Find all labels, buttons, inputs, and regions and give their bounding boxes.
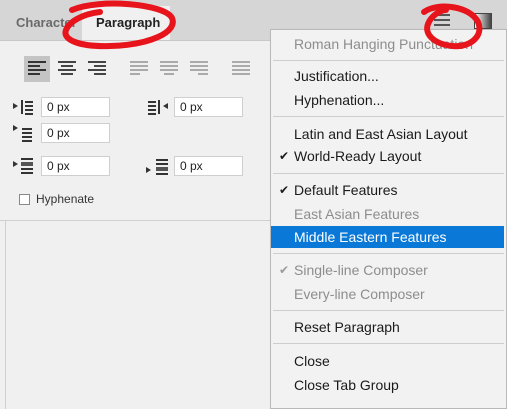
menu-item-label: Roman Hanging Punctuation (294, 36, 474, 52)
align-left-icon (28, 61, 46, 75)
menu-item-label: Every-line Composer (294, 286, 425, 302)
divider (0, 220, 300, 221)
menu-item-close[interactable]: Close (271, 350, 504, 372)
space-after-icon (145, 158, 168, 176)
menu-item-close-tab-group[interactable]: Close Tab Group (271, 374, 504, 396)
checkmark-icon: ✔ (278, 183, 290, 197)
space-before-icon (12, 157, 34, 175)
menu-item-latin-east-asian-layout[interactable]: Latin and East Asian Layout (271, 123, 504, 145)
indent-right-input[interactable]: 0 px (174, 97, 243, 117)
tab-paragraph[interactable]: Paragraph (82, 6, 170, 40)
justify-last-right-icon (190, 61, 208, 75)
menu-item-label: Close Tab Group (294, 377, 399, 393)
menu-item-label: Latin and East Asian Layout (294, 126, 468, 142)
align-right-icon (88, 61, 106, 75)
menu-item-label: Close (294, 353, 330, 369)
hyphenate-checkbox[interactable] (19, 194, 30, 205)
menu-item-justification[interactable]: Justification... (271, 65, 504, 87)
menu-separator (273, 60, 504, 61)
indent-left-input[interactable]: 0 px (41, 97, 110, 117)
divider (5, 221, 6, 409)
menu-item-label: Single-line Composer (294, 262, 428, 278)
menu-item-label: Default Features (294, 182, 398, 198)
menu-item-label: East Asian Features (294, 206, 420, 222)
menu-item-default-features[interactable]: ✔ Default Features (271, 179, 504, 201)
hamburger-icon (434, 14, 450, 16)
justify-all-button[interactable] (228, 56, 254, 82)
menu-item-hyphenation[interactable]: Hyphenation... (271, 89, 504, 111)
menu-item-reset-paragraph[interactable]: Reset Paragraph (271, 316, 504, 338)
menu-item-roman-hanging-punctuation[interactable]: Roman Hanging Punctuation (271, 33, 504, 55)
menu-item-label: Justification... (294, 68, 379, 84)
menu-item-middle-eastern-features[interactable]: Middle Eastern Features (271, 226, 504, 248)
menu-separator (273, 253, 504, 254)
color-swatch[interactable] (474, 13, 492, 29)
space-before-input[interactable]: 0 px (41, 156, 110, 176)
menu-item-label: Middle Eastern Features (294, 229, 447, 245)
checkmark-icon: ✔ (278, 263, 290, 277)
menu-separator (273, 173, 504, 174)
hyphenate-label: Hyphenate (36, 192, 95, 206)
menu-item-world-ready-layout[interactable]: ✔ World-Ready Layout (271, 145, 504, 167)
justify-last-left-button[interactable] (126, 56, 152, 82)
align-left-button[interactable] (24, 56, 50, 82)
menu-item-every-line-composer[interactable]: Every-line Composer (271, 283, 504, 305)
align-center-button[interactable] (54, 56, 80, 82)
menu-item-single-line-composer[interactable]: ✔ Single-line Composer (271, 259, 504, 281)
indent-right-icon (147, 99, 169, 117)
align-center-icon (58, 61, 76, 75)
menu-item-label: Reset Paragraph (294, 319, 400, 335)
panel-menu-button[interactable] (434, 14, 450, 28)
panel-flyout-menu: Roman Hanging Punctuation Justification.… (270, 29, 507, 409)
menu-separator (273, 116, 504, 117)
indent-first-line-input[interactable]: 0 px (41, 123, 110, 143)
justify-last-center-button[interactable] (156, 56, 182, 82)
indent-left-icon (12, 99, 34, 117)
menu-separator (273, 343, 504, 344)
justify-last-left-icon (130, 61, 148, 75)
menu-item-label: Hyphenation... (294, 92, 385, 108)
space-after-input[interactable]: 0 px (174, 156, 243, 176)
justify-last-center-icon (160, 61, 178, 75)
checkmark-icon: ✔ (278, 149, 290, 163)
indent-first-line-icon (12, 124, 34, 142)
menu-separator (273, 310, 504, 311)
justify-last-right-button[interactable] (186, 56, 212, 82)
menu-item-east-asian-features[interactable]: East Asian Features (271, 203, 504, 225)
justify-all-icon (232, 61, 250, 75)
menu-item-label: World-Ready Layout (294, 148, 422, 164)
align-right-button[interactable] (84, 56, 110, 82)
tab-character[interactable]: Character (4, 6, 80, 40)
